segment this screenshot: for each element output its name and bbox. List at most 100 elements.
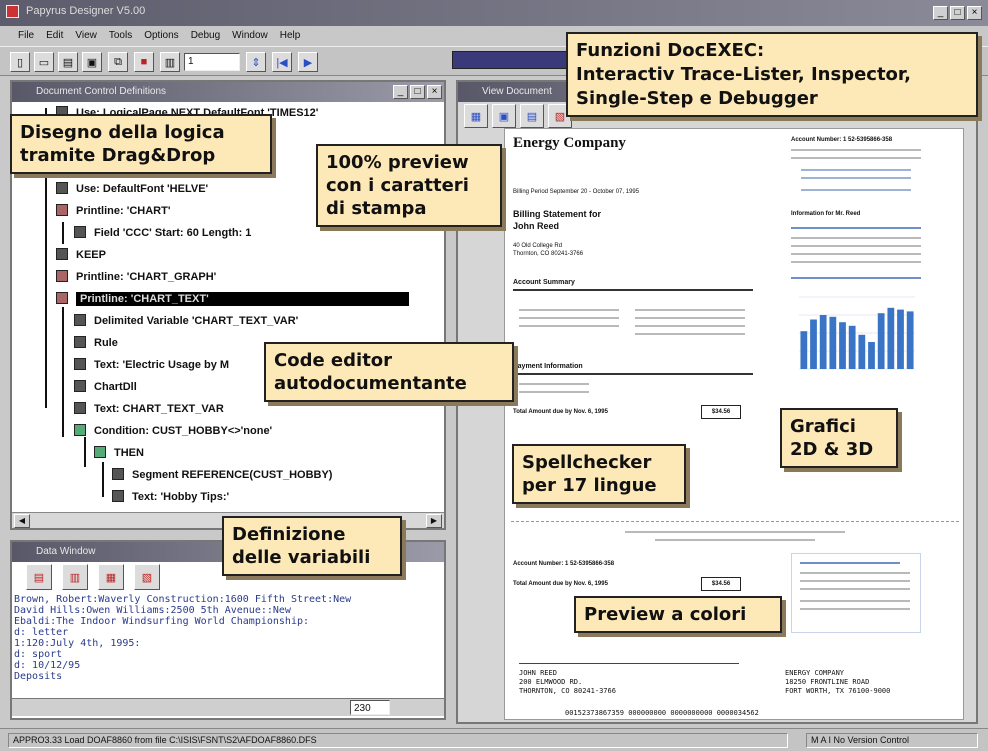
menu-tools[interactable]: Tools [109, 30, 132, 46]
preview-zoom-icon[interactable]: ▣ [492, 104, 516, 128]
tree-node-icon [74, 314, 86, 326]
save-icon[interactable]: ▣ [82, 52, 102, 72]
tree-row[interactable]: Condition: CUST_HOBBY<>'none' [74, 424, 272, 437]
tree-row[interactable]: Text: CHART_TEXT_VAR [74, 402, 224, 415]
tree-panel-title: Document Control Definitions [12, 82, 444, 102]
data-row: 1:120:July 4th, 1995: [14, 638, 141, 649]
total-due-amount: $34.56 [701, 405, 741, 419]
tree-row[interactable]: Use: DefaultFont 'HELVE' [56, 182, 208, 195]
chart-bar-1 [800, 331, 808, 369]
company-addr-line: 18250 FRONTLINE ROAD [785, 678, 870, 686]
chart-bar-5 [839, 322, 846, 369]
preview-fit-icon[interactable]: ▤ [520, 104, 544, 128]
chart-bar-7 [858, 334, 866, 369]
menu-view[interactable]: View [75, 30, 97, 46]
minimize-button[interactable]: _ [933, 6, 948, 20]
tree-row[interactable]: Segment REFERENCE(CUST_HOBBY) [112, 468, 332, 481]
callout-preview: 100% preview con i caratteri di stampa [316, 144, 502, 228]
tree-row[interactable]: Rule [74, 336, 118, 349]
page-icon[interactable]: ▥ [160, 52, 180, 72]
menu-file[interactable]: File [18, 30, 34, 46]
address-line: Thornton, CO 80241-3766 [513, 251, 584, 257]
company-logo: Energy Company [513, 135, 626, 151]
tree-row-selected[interactable]: Printline: 'CHART_TEXT' [56, 292, 409, 306]
callout-debug: Funzioni DocEXEC: Interactiv Trace-Lister… [566, 32, 978, 118]
stop-icon[interactable]: ■ [134, 52, 154, 72]
font-selector[interactable] [452, 51, 582, 69]
callout-vars: Definizione delle variabili [222, 516, 402, 577]
tree-node-icon [94, 446, 106, 458]
chart-bar-2 [810, 319, 817, 369]
tree-minimize-button[interactable]: _ [393, 85, 408, 99]
data-load-icon[interactable]: ▥ [62, 564, 88, 590]
tree-row[interactable]: Delimited Variable 'CHART_TEXT_VAR' [74, 314, 298, 327]
tree-row[interactable]: Text: 'Electric Usage by M [74, 358, 229, 371]
tree-row[interactable]: KEEP [56, 248, 106, 261]
menu-help[interactable]: Help [280, 30, 301, 46]
account-number-header: Account Number: 1 52-5395866-358 [791, 137, 893, 143]
tree-row[interactable]: Field 'CCC' Start: 60 Length: 1 [74, 226, 251, 239]
tree-node-icon [112, 468, 124, 480]
close-button[interactable]: × [967, 6, 982, 20]
company-addr-line: ENERGY COMPANY [785, 669, 845, 677]
scroll-right-icon[interactable]: ▶ [426, 514, 442, 528]
tree-node-icon [56, 270, 68, 282]
data-row: d: letter [14, 627, 69, 638]
tree-row[interactable]: ChartDll [74, 380, 137, 393]
chart-bar-10 [887, 307, 895, 369]
data-save-icon[interactable]: ▦ [98, 564, 124, 590]
next-page-icon[interactable]: ▶ [298, 52, 318, 72]
tree-node-icon [112, 490, 124, 502]
scroll-left-icon[interactable]: ◀ [14, 514, 30, 528]
new-icon[interactable]: ▯ [10, 52, 30, 72]
menu-window[interactable]: Window [232, 30, 268, 46]
tree-node-icon [56, 248, 68, 260]
account-summary: Account Summary [513, 279, 575, 286]
total-due-label: Total Amount due by Nov. 6, 1995 [513, 409, 608, 415]
tree-row[interactable]: Printline: 'CHART_GRAPH' [56, 270, 216, 283]
payment-info: Payment Information [513, 363, 583, 370]
preview-page-icon[interactable]: ▦ [464, 104, 488, 128]
menu-options[interactable]: Options [144, 30, 178, 46]
data-row: Brown, Robert:Waverly Construction:1600 … [14, 594, 352, 605]
tree-node-icon [74, 402, 86, 414]
callout-color: Preview a colori [574, 596, 782, 634]
tree-node-icon [74, 226, 86, 238]
app-icon [6, 5, 19, 18]
tree-row[interactable]: Text: 'Hobby Tips:' [112, 490, 229, 503]
tree-maximize-button[interactable]: □ [410, 85, 425, 99]
chart-bar-11 [897, 309, 904, 369]
data-row: d: 10/12/95 [14, 660, 81, 671]
page-field[interactable]: 1 [184, 53, 240, 71]
menu-debug[interactable]: Debug [191, 30, 220, 46]
title-bar: Papyrus Designer V5.00 _ □ × [0, 0, 988, 26]
remit-line: 200 ELMWOOD RD. [519, 678, 583, 686]
data-new-icon[interactable]: ▤ [26, 564, 52, 590]
chart-bar-12 [906, 311, 914, 369]
maximize-button[interactable]: □ [950, 6, 965, 20]
scan-code-line: 00152373867359 000000000 0000000000 0000… [565, 709, 759, 717]
print-icon[interactable]: ▤ [58, 52, 78, 72]
callout-spell: Spellchecker per 17 lingue [512, 444, 686, 505]
data-row: David Hills:Owen Williams:2500 5th Avenu… [14, 605, 291, 616]
chart-bar-8 [868, 342, 875, 369]
application-window: Papyrus Designer V5.00 _ □ × File Edit V… [0, 0, 988, 751]
tree-close-button[interactable]: × [427, 85, 442, 99]
status-message: APPRO3.33 Load DOAF8860 from file C:\ISI… [8, 733, 788, 748]
tree-row[interactable]: THEN [94, 446, 144, 459]
tree-row[interactable]: Printline: 'CHART' [56, 204, 170, 217]
first-page-icon[interactable]: |◀ [272, 52, 292, 72]
copy-icon[interactable]: ⧉ [108, 52, 128, 72]
info-title: Information for Mr. Reed [791, 211, 861, 217]
status-bar: APPRO3.33 Load DOAF8860 from file C:\ISI… [0, 728, 988, 751]
open-icon[interactable]: ▭ [34, 52, 54, 72]
company-addr-line: FORT WORTH, TX 76100-9000 [785, 687, 891, 695]
step-icon[interactable]: ⇕ [246, 52, 266, 72]
data-record-count: 230 [350, 700, 390, 715]
remittance-box [791, 553, 921, 633]
chart-bar-6 [848, 325, 856, 369]
menu-edit[interactable]: Edit [46, 30, 63, 46]
data-print-icon[interactable]: ▧ [134, 564, 160, 590]
stub-account-number: Account Number: 1 52-5395866-358 [513, 561, 615, 567]
callout-code: Code editor autodocumentante [264, 342, 514, 403]
